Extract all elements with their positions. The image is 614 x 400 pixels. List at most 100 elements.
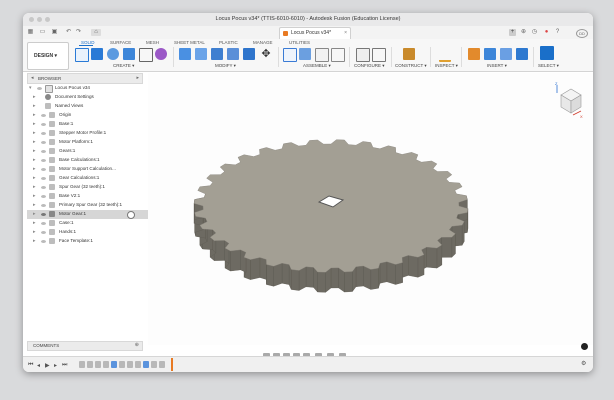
shell-icon[interactable] — [211, 48, 223, 60]
inspect-group-label[interactable]: INSPECT ▾ — [435, 63, 458, 69]
timeline-feature-icon[interactable] — [103, 361, 109, 368]
expand-arrow-icon[interactable]: ▸ — [33, 103, 36, 109]
pin-icon[interactable]: ▸ — [136, 75, 139, 81]
visibility-icon[interactable] — [41, 159, 46, 162]
tab-surface[interactable]: SURFACE — [110, 40, 131, 45]
expand-arrow-icon[interactable]: ▸ — [33, 166, 36, 172]
file-icon[interactable]: ▭ — [39, 29, 46, 36]
tree-row[interactable]: ▸ Hands:1 — [27, 228, 157, 237]
canvas-icon[interactable] — [516, 48, 528, 60]
user-avatar[interactable]: DD — [576, 29, 588, 38]
configure-icon[interactable] — [356, 48, 370, 62]
home-icon[interactable]: ⌂ — [91, 29, 101, 36]
tree-row[interactable]: ▸ Base V2:1 — [27, 192, 157, 201]
expand-arrow-icon[interactable]: ▸ — [33, 148, 36, 154]
select-icon[interactable] — [540, 46, 554, 60]
decal-icon[interactable] — [500, 48, 512, 60]
tab-manage[interactable]: MANAGE — [253, 40, 273, 45]
configure-table-icon[interactable] — [372, 48, 386, 62]
tree-row[interactable]: ▸ Document Settings — [27, 93, 157, 102]
timeline-feature-icon[interactable] — [119, 361, 125, 368]
revolve-icon[interactable] — [107, 48, 119, 60]
as-built-joint-icon[interactable] — [315, 48, 329, 62]
app-grid-icon[interactable]: ▦ — [27, 29, 34, 36]
create-sketch-icon[interactable] — [75, 48, 89, 62]
tree-row-selected[interactable]: ▸ Motor Gear:1 — [27, 210, 157, 219]
visibility-icon[interactable] — [41, 231, 46, 234]
visibility-icon[interactable] — [41, 150, 46, 153]
extrude-icon[interactable] — [91, 48, 103, 60]
notifications-icon[interactable]: ● — [543, 29, 550, 36]
visibility-icon[interactable] — [41, 240, 46, 243]
tree-row[interactable]: ▸ Face Template:1 — [27, 237, 157, 246]
visibility-icon[interactable] — [41, 114, 46, 117]
visibility-icon[interactable] — [41, 195, 46, 198]
visibility-icon[interactable] — [41, 186, 46, 189]
3d-viewport[interactable] — [148, 73, 593, 345]
new-tab-icon[interactable]: + — [509, 29, 516, 36]
measure-icon[interactable] — [439, 48, 451, 62]
timeline-feature-icon[interactable] — [95, 361, 101, 368]
select-group-label[interactable]: SELECT ▾ — [538, 63, 559, 69]
tab-plastic[interactable]: PLASTIC — [219, 40, 238, 45]
viewcube[interactable]: Z X — [553, 79, 585, 119]
timeline-feature-icon[interactable] — [135, 361, 141, 368]
timeline-feature-icon[interactable] — [127, 361, 133, 368]
expand-arrow-icon[interactable]: ▸ — [33, 175, 36, 181]
tree-row[interactable]: ▸ Motor Platform:1 — [27, 138, 157, 147]
timeline-feature-icon[interactable] — [87, 361, 93, 368]
go-to-end-icon[interactable]: ⏭ — [62, 362, 67, 369]
comments-panel-header[interactable]: COMMENTS ⊕ — [27, 341, 143, 351]
workspace-switcher[interactable]: DESIGN ▾ — [27, 42, 69, 70]
tree-row[interactable]: ▸ Gear Calculations:1 — [27, 174, 157, 183]
expand-arrow-icon[interactable]: ▸ — [33, 202, 36, 208]
move-icon[interactable]: ✥ — [260, 48, 272, 60]
expand-arrow-icon[interactable]: ▸ — [33, 94, 36, 100]
insert-mesh-icon[interactable] — [484, 48, 496, 60]
save-icon[interactable]: ▣ — [51, 29, 58, 36]
browser-panel-header[interactable]: ◂ BROWSER ▸ — [27, 73, 143, 84]
gear-model[interactable] — [148, 73, 593, 345]
expand-arrow-icon[interactable]: ▸ — [33, 238, 36, 244]
expand-arrow-icon[interactable]: ▾ — [29, 85, 32, 91]
play-icon[interactable]: ▶ — [45, 362, 50, 369]
new-component-icon[interactable] — [283, 48, 297, 62]
fillet-icon[interactable] — [195, 48, 207, 60]
expand-arrow-icon[interactable]: ▸ — [33, 130, 36, 136]
tree-row[interactable]: ▸ Case:1 — [27, 219, 157, 228]
timeline-settings-icon[interactable]: ⚙ — [581, 360, 586, 367]
expand-arrow-icon[interactable]: ▸ — [33, 211, 36, 217]
help-icon[interactable]: ? — [554, 29, 561, 36]
create-group-label[interactable]: CREATE ▾ — [113, 63, 134, 69]
tree-row[interactable]: ▸ Stepper Motor Profile:1 — [27, 129, 157, 138]
expand-arrow-icon[interactable]: ▸ — [33, 157, 36, 163]
visibility-icon[interactable] — [37, 87, 42, 90]
help-bubble-icon[interactable] — [581, 343, 588, 350]
combine-icon[interactable] — [227, 48, 239, 60]
joint-origin-icon[interactable] — [331, 48, 345, 62]
expand-arrow-icon[interactable]: ▸ — [33, 220, 36, 226]
visibility-icon[interactable] — [41, 204, 46, 207]
add-comment-icon[interactable]: ⊕ — [135, 342, 139, 348]
undo-icon[interactable]: ↶ — [65, 29, 72, 36]
modify-group-label[interactable]: MODIFY ▾ — [215, 63, 236, 69]
timeline-feature-icon[interactable] — [143, 361, 149, 368]
configure-group-label[interactable]: CONFIGURE ▾ — [354, 63, 385, 69]
activate-radio-icon[interactable] — [127, 211, 135, 219]
visibility-icon[interactable] — [41, 123, 46, 126]
tree-row-root[interactable]: ▾ Locus Pocus v34 — [27, 84, 157, 93]
visibility-icon[interactable] — [41, 222, 46, 225]
pattern-icon[interactable] — [139, 48, 153, 62]
expand-arrow-icon[interactable]: ▸ — [33, 184, 36, 190]
tab-utilities[interactable]: UTILITIES — [289, 40, 310, 45]
insert-derive-icon[interactable] — [468, 48, 480, 60]
extensions-icon[interactable]: ⊕ — [520, 29, 527, 36]
timeline-feature-icon[interactable] — [159, 361, 165, 368]
close-tab-icon[interactable]: × — [344, 30, 347, 36]
hole-icon[interactable] — [123, 48, 135, 60]
visibility-icon[interactable] — [41, 213, 46, 216]
step-forward-icon[interactable]: ▸ — [54, 362, 57, 369]
visibility-icon[interactable] — [41, 177, 46, 180]
collapse-icon[interactable]: ◂ — [31, 75, 34, 81]
timeline-feature-icon[interactable] — [111, 361, 117, 368]
